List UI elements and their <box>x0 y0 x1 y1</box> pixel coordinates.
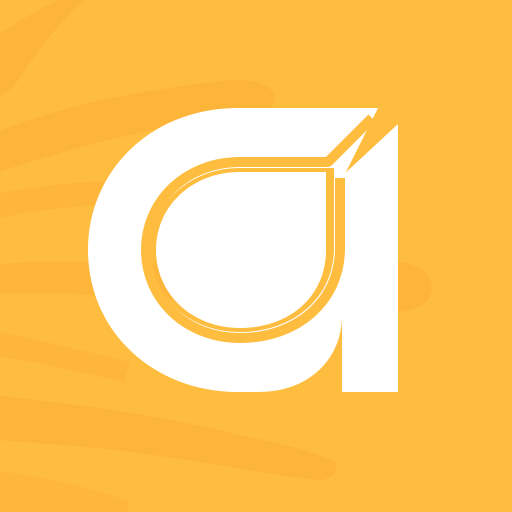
glyph-counter <box>156 172 326 328</box>
app-icon <box>0 0 512 512</box>
app-icon-graphic <box>0 0 512 512</box>
letter-a-logo-icon <box>88 108 398 392</box>
